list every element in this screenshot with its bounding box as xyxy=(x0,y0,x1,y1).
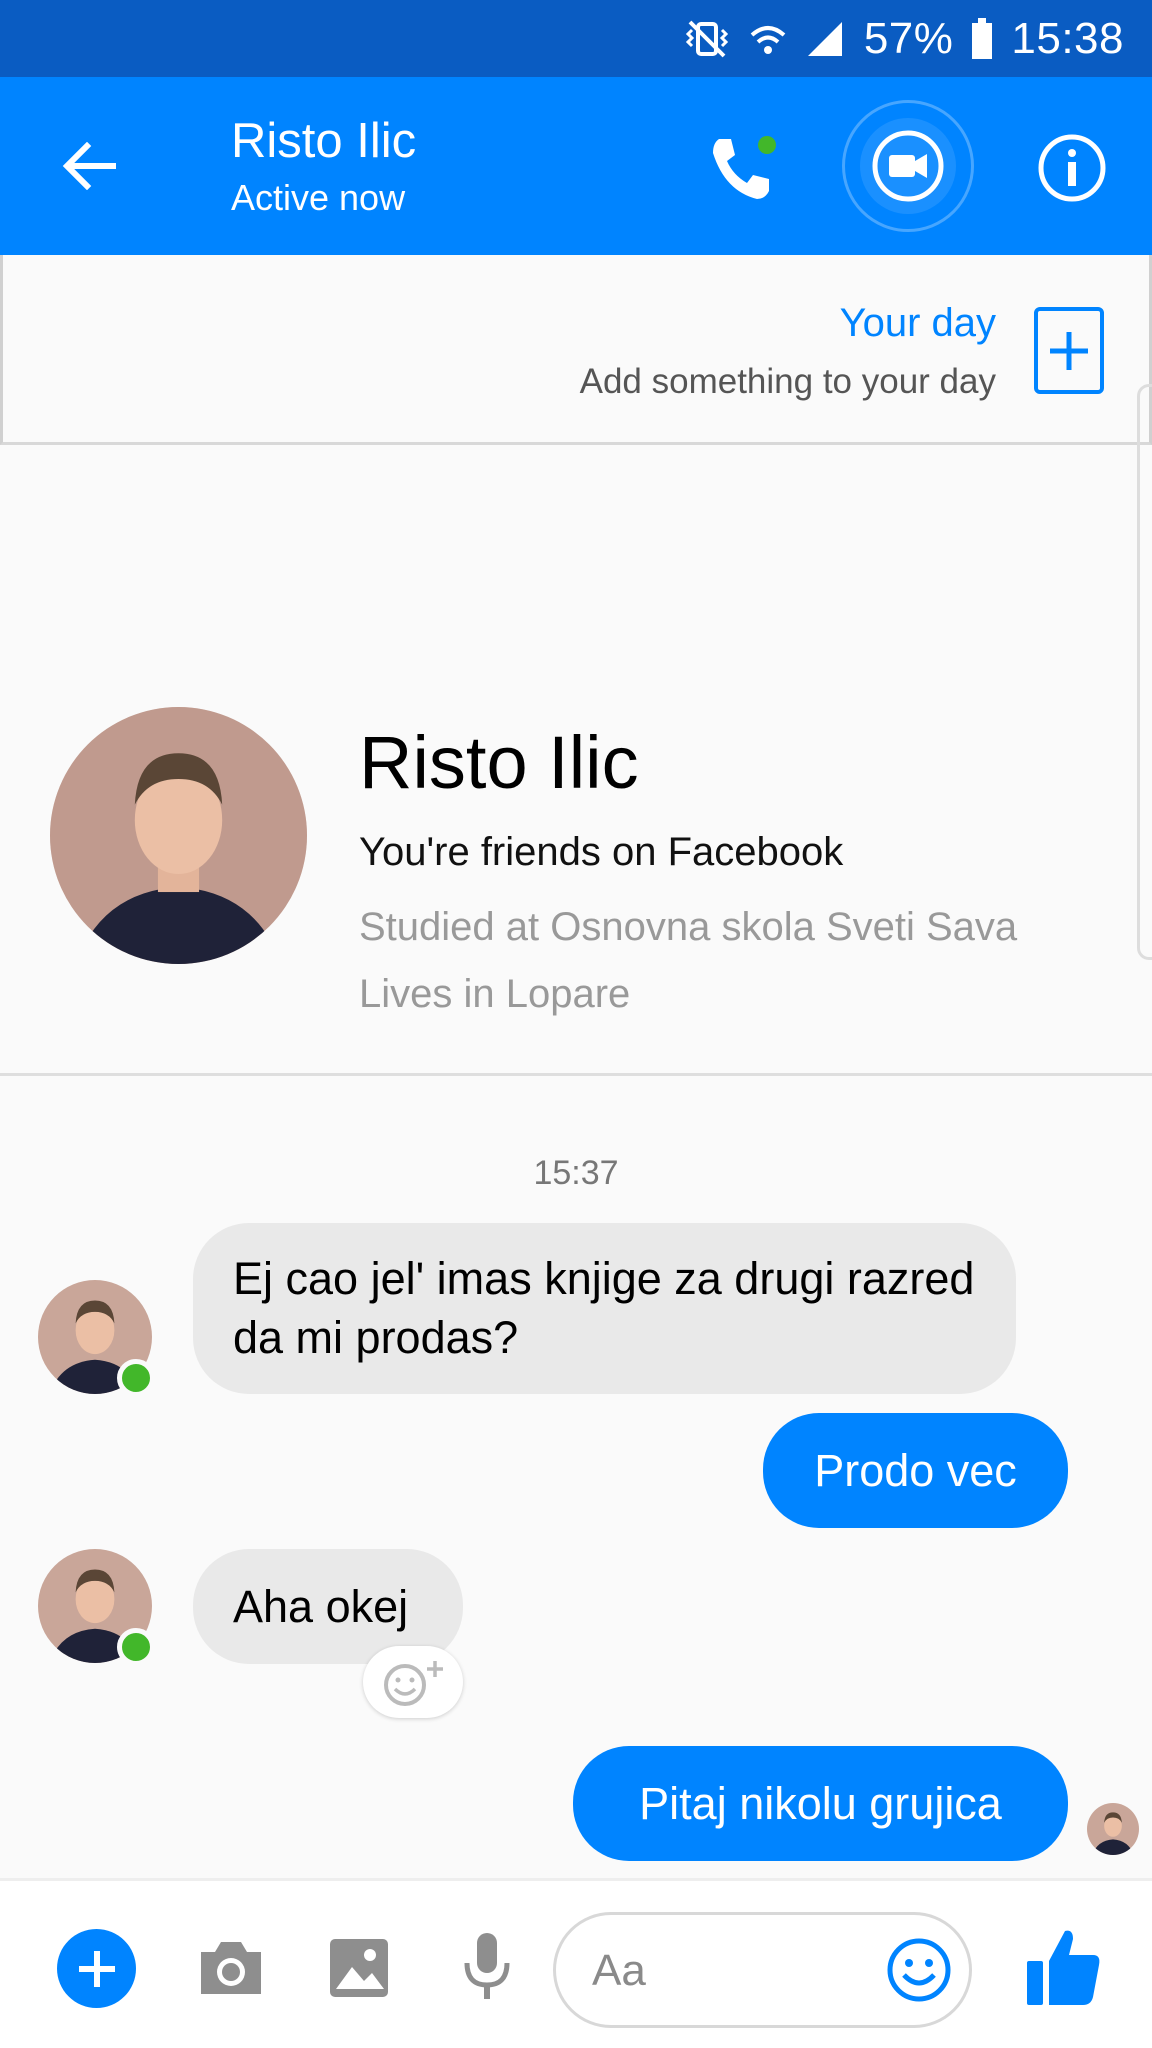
profile-location: Lives in Lopare xyxy=(359,972,631,1016)
clock: 15:38 xyxy=(1011,13,1124,63)
online-indicator xyxy=(117,1628,155,1666)
message-bubble-outgoing[interactable]: Prodo vec xyxy=(763,1413,1068,1528)
signal-icon xyxy=(807,21,842,56)
profile-avatar[interactable] xyxy=(50,707,307,964)
message-text: Pitaj nikolu grujica xyxy=(639,1777,1002,1829)
message-bubble-outgoing[interactable]: Pitaj nikolu grujica xyxy=(573,1746,1068,1861)
battery-percent: 57% xyxy=(863,13,954,63)
your-day-subtitle: Add something to your day xyxy=(579,362,996,401)
conversation-header: Risto Ilic Active now xyxy=(0,77,1152,255)
add-to-day-button[interactable] xyxy=(1034,307,1104,394)
more-options-button[interactable] xyxy=(57,1929,136,2008)
wifi-icon xyxy=(750,25,786,54)
friends-status: You're friends on Facebook xyxy=(359,830,844,874)
back-button[interactable] xyxy=(56,133,122,199)
your-day-title: Your day xyxy=(839,301,996,345)
info-icon xyxy=(1038,134,1106,202)
back-arrow-icon xyxy=(62,142,116,190)
vibrate-icon xyxy=(685,20,728,57)
add-reaction-icon xyxy=(384,1661,443,1706)
active-status: Active now xyxy=(231,177,406,218)
voice-call-button[interactable] xyxy=(703,129,783,209)
microphone-icon xyxy=(464,1933,510,1999)
message-text: Ej cao jel' imas knjige za drugi razred … xyxy=(233,1253,975,1363)
your-day-banner[interactable]: Your day Add something to your day xyxy=(0,255,1152,445)
profile-education: Studied at Osnovna skola Sveti Sava xyxy=(359,905,1018,949)
emoji-button[interactable] xyxy=(886,1937,952,2003)
thumbs-up-icon xyxy=(1027,1930,1100,2005)
message-text: Aha okej xyxy=(233,1581,409,1632)
image-icon xyxy=(330,1939,388,1997)
camera-button[interactable] xyxy=(196,1933,266,2003)
contact-name[interactable]: Risto Ilic xyxy=(231,113,416,169)
voice-message-button[interactable] xyxy=(452,1925,522,2009)
message-input-container xyxy=(553,1912,972,2028)
message-timestamp: 15:37 xyxy=(533,1154,619,1192)
message-text: Prodo vec xyxy=(814,1444,1017,1496)
status-bar: 57% 15:38 xyxy=(0,0,1152,77)
online-indicator xyxy=(117,1359,155,1397)
video-camera-icon xyxy=(872,130,944,202)
plus-icon xyxy=(78,1950,115,1987)
message-composer xyxy=(0,1878,1152,2048)
read-receipt-photo xyxy=(1087,1803,1139,1855)
divider xyxy=(0,1073,1152,1076)
add-reaction-button[interactable] xyxy=(363,1646,463,1718)
scroll-edge xyxy=(1137,384,1152,960)
send-like-button[interactable] xyxy=(1022,1923,1104,2011)
message-bubble-incoming[interactable]: Ej cao jel' imas knjige za drugi razred … xyxy=(193,1223,1016,1394)
camera-icon xyxy=(201,1942,261,1994)
phone-call-icon xyxy=(713,136,776,199)
info-button[interactable] xyxy=(1036,132,1108,204)
read-receipt-avatar xyxy=(1087,1803,1139,1855)
video-call-inner xyxy=(860,118,956,214)
gallery-button[interactable] xyxy=(324,1933,394,2003)
message-input[interactable] xyxy=(592,1939,852,2003)
profile-name: Risto Ilic xyxy=(359,721,639,804)
video-call-button[interactable] xyxy=(842,100,974,232)
plus-icon xyxy=(1050,331,1088,370)
profile-photo xyxy=(50,707,307,964)
battery-icon xyxy=(972,17,993,59)
emoji-icon xyxy=(887,1938,951,2002)
